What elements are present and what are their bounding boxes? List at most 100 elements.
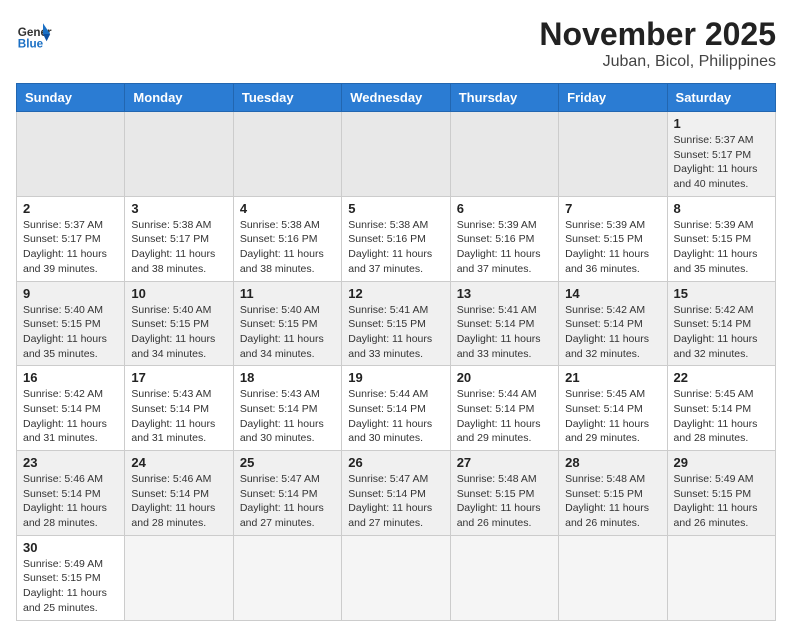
- day-info: Sunrise: 5:49 AM Sunset: 5:15 PM Dayligh…: [23, 557, 118, 616]
- day-info: Sunrise: 5:42 AM Sunset: 5:14 PM Dayligh…: [565, 303, 660, 362]
- day-number: 25: [240, 455, 335, 470]
- calendar-day-cell: 24 Sunrise: 5:46 AM Sunset: 5:14 PM Dayli…: [125, 451, 233, 536]
- day-number: 18: [240, 370, 335, 385]
- calendar-day-cell: 1Sunrise: 5:37 AM Sunset: 5:17 PM Daylig…: [667, 112, 775, 197]
- calendar-day-cell: [342, 112, 450, 197]
- day-number: 9: [23, 286, 118, 301]
- calendar-day-cell: 25 Sunrise: 5:47 AM Sunset: 5:14 PM Dayli…: [233, 451, 341, 536]
- day-number: 3: [131, 201, 226, 216]
- calendar-day-cell: 14 Sunrise: 5:42 AM Sunset: 5:14 PM Dayli…: [559, 281, 667, 366]
- day-info: Sunrise: 5:42 AM Sunset: 5:14 PM Dayligh…: [674, 303, 769, 362]
- calendar-day-cell: 17 Sunrise: 5:43 AM Sunset: 5:14 PM Dayli…: [125, 366, 233, 451]
- day-info: Sunrise: 5:43 AM Sunset: 5:14 PM Dayligh…: [131, 387, 226, 446]
- day-info: Sunrise: 5:39 AM Sunset: 5:15 PM Dayligh…: [674, 218, 769, 277]
- calendar-day-cell: 7 Sunrise: 5:39 AM Sunset: 5:15 PM Daylig…: [559, 196, 667, 281]
- calendar-day-cell: [450, 535, 558, 620]
- calendar-day-cell: 20 Sunrise: 5:44 AM Sunset: 5:14 PM Dayli…: [450, 366, 558, 451]
- calendar-week-row: 9 Sunrise: 5:40 AM Sunset: 5:15 PM Daylig…: [17, 281, 776, 366]
- calendar-day-cell: 13 Sunrise: 5:41 AM Sunset: 5:14 PM Dayli…: [450, 281, 558, 366]
- day-number: 6: [457, 201, 552, 216]
- calendar-day-cell: 11Sunrise: 5:40 AM Sunset: 5:15 PM Dayli…: [233, 281, 341, 366]
- calendar-day-cell: 9Sunrise: 5:40 AM Sunset: 5:15 PM Daylig…: [17, 281, 125, 366]
- day-number: 24: [131, 455, 226, 470]
- page-header: General Blue November 2025 Juban, Bicol,…: [16, 16, 776, 71]
- calendar-day-cell: [559, 535, 667, 620]
- calendar-week-row: 1Sunrise: 5:37 AM Sunset: 5:17 PM Daylig…: [17, 112, 776, 197]
- day-number: 28: [565, 455, 660, 470]
- calendar-day-cell: 5 Sunrise: 5:38 AM Sunset: 5:16 PM Daylig…: [342, 196, 450, 281]
- calendar-day-cell: 28Sunrise: 5:48 AM Sunset: 5:15 PM Dayli…: [559, 451, 667, 536]
- day-info: Sunrise: 5:41 AM Sunset: 5:15 PM Dayligh…: [348, 303, 443, 362]
- day-number: 14: [565, 286, 660, 301]
- day-info: Sunrise: 5:39 AM Sunset: 5:15 PM Dayligh…: [565, 218, 660, 277]
- day-number: 8: [674, 201, 769, 216]
- day-info: Sunrise: 5:47 AM Sunset: 5:14 PM Dayligh…: [240, 472, 335, 531]
- day-info: Sunrise: 5:37 AM Sunset: 5:17 PM Dayligh…: [23, 218, 118, 277]
- day-info: Sunrise: 5:47 AM Sunset: 5:14 PM Dayligh…: [348, 472, 443, 531]
- day-number: 23: [23, 455, 118, 470]
- day-number: 13: [457, 286, 552, 301]
- calendar-day-cell: [667, 535, 775, 620]
- day-number: 27: [457, 455, 552, 470]
- logo: General Blue: [16, 16, 52, 52]
- weekday-header-sunday: Sunday: [17, 84, 125, 112]
- calendar-week-row: 2 Sunrise: 5:37 AM Sunset: 5:17 PM Daylig…: [17, 196, 776, 281]
- calendar-day-cell: 18Sunrise: 5:43 AM Sunset: 5:14 PM Dayli…: [233, 366, 341, 451]
- day-number: 22: [674, 370, 769, 385]
- day-number: 5: [348, 201, 443, 216]
- day-number: 20: [457, 370, 552, 385]
- day-info: Sunrise: 5:40 AM Sunset: 5:15 PM Dayligh…: [131, 303, 226, 362]
- day-info: Sunrise: 5:44 AM Sunset: 5:14 PM Dayligh…: [457, 387, 552, 446]
- calendar-day-cell: [17, 112, 125, 197]
- day-number: 7: [565, 201, 660, 216]
- day-number: 16: [23, 370, 118, 385]
- logo-icon: General Blue: [16, 16, 52, 52]
- day-info: Sunrise: 5:38 AM Sunset: 5:16 PM Dayligh…: [240, 218, 335, 277]
- day-number: 1: [674, 116, 769, 131]
- day-number: 19: [348, 370, 443, 385]
- day-number: 30: [23, 540, 118, 555]
- day-number: 11: [240, 286, 335, 301]
- day-number: 17: [131, 370, 226, 385]
- day-info: Sunrise: 5:46 AM Sunset: 5:14 PM Dayligh…: [131, 472, 226, 531]
- month-title: November 2025: [539, 16, 776, 53]
- calendar-table: SundayMondayTuesdayWednesdayThursdayFrid…: [16, 83, 776, 621]
- calendar-day-cell: 3 Sunrise: 5:38 AM Sunset: 5:17 PM Daylig…: [125, 196, 233, 281]
- day-info: Sunrise: 5:49 AM Sunset: 5:15 PM Dayligh…: [674, 472, 769, 531]
- location-title: Juban, Bicol, Philippines: [539, 53, 776, 71]
- calendar-day-cell: 2 Sunrise: 5:37 AM Sunset: 5:17 PM Daylig…: [17, 196, 125, 281]
- day-number: 21: [565, 370, 660, 385]
- svg-text:Blue: Blue: [18, 38, 44, 51]
- calendar-week-row: 30 Sunrise: 5:49 AM Sunset: 5:15 PM Dayli…: [17, 535, 776, 620]
- day-info: Sunrise: 5:39 AM Sunset: 5:16 PM Dayligh…: [457, 218, 552, 277]
- calendar-day-cell: 22 Sunrise: 5:45 AM Sunset: 5:14 PM Dayli…: [667, 366, 775, 451]
- weekday-header-monday: Monday: [125, 84, 233, 112]
- weekday-header-wednesday: Wednesday: [342, 84, 450, 112]
- calendar-day-cell: 23 Sunrise: 5:46 AM Sunset: 5:14 PM Dayli…: [17, 451, 125, 536]
- calendar-day-cell: 6 Sunrise: 5:39 AM Sunset: 5:16 PM Daylig…: [450, 196, 558, 281]
- day-number: 15: [674, 286, 769, 301]
- day-info: Sunrise: 5:38 AM Sunset: 5:16 PM Dayligh…: [348, 218, 443, 277]
- calendar-day-cell: 29Sunrise: 5:49 AM Sunset: 5:15 PM Dayli…: [667, 451, 775, 536]
- calendar-day-cell: [342, 535, 450, 620]
- calendar-day-cell: [125, 535, 233, 620]
- day-info: Sunrise: 5:38 AM Sunset: 5:17 PM Dayligh…: [131, 218, 226, 277]
- day-info: Sunrise: 5:45 AM Sunset: 5:14 PM Dayligh…: [674, 387, 769, 446]
- calendar-day-cell: [233, 112, 341, 197]
- calendar-day-cell: 26Sunrise: 5:47 AM Sunset: 5:14 PM Dayli…: [342, 451, 450, 536]
- day-info: Sunrise: 5:44 AM Sunset: 5:14 PM Dayligh…: [348, 387, 443, 446]
- calendar-day-cell: [450, 112, 558, 197]
- day-info: Sunrise: 5:42 AM Sunset: 5:14 PM Dayligh…: [23, 387, 118, 446]
- calendar-day-cell: 30 Sunrise: 5:49 AM Sunset: 5:15 PM Dayli…: [17, 535, 125, 620]
- day-info: Sunrise: 5:41 AM Sunset: 5:14 PM Dayligh…: [457, 303, 552, 362]
- weekday-header-saturday: Saturday: [667, 84, 775, 112]
- calendar-day-cell: 16 Sunrise: 5:42 AM Sunset: 5:14 PM Dayli…: [17, 366, 125, 451]
- day-number: 10: [131, 286, 226, 301]
- calendar-week-row: 23 Sunrise: 5:46 AM Sunset: 5:14 PM Dayli…: [17, 451, 776, 536]
- calendar-day-cell: [233, 535, 341, 620]
- day-number: 2: [23, 201, 118, 216]
- calendar-week-row: 16 Sunrise: 5:42 AM Sunset: 5:14 PM Dayli…: [17, 366, 776, 451]
- day-info: Sunrise: 5:48 AM Sunset: 5:15 PM Dayligh…: [457, 472, 552, 531]
- day-info: Sunrise: 5:46 AM Sunset: 5:14 PM Dayligh…: [23, 472, 118, 531]
- weekday-header-row: SundayMondayTuesdayWednesdayThursdayFrid…: [17, 84, 776, 112]
